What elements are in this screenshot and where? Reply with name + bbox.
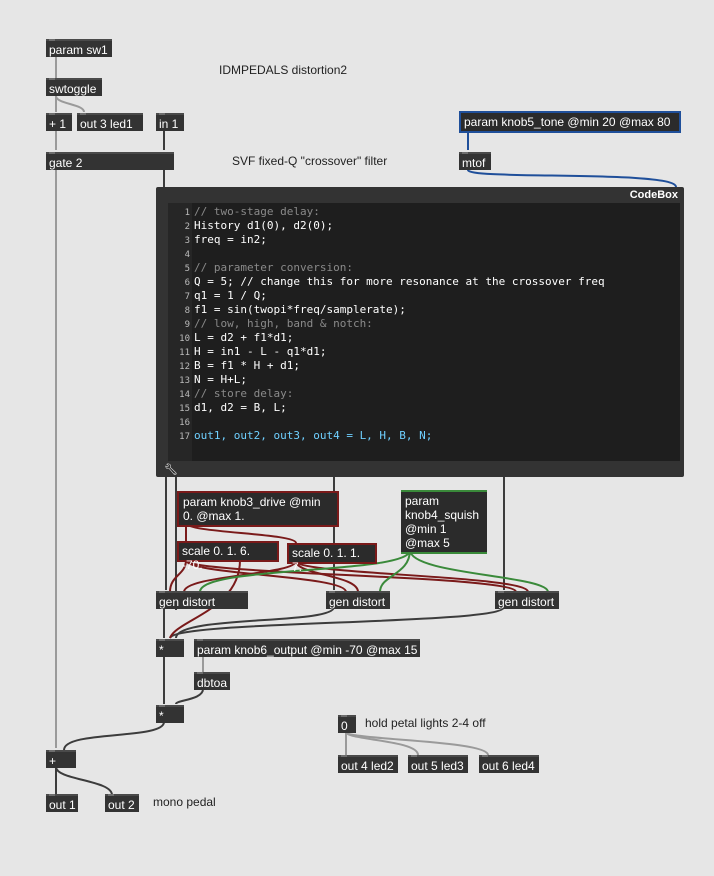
code-line-9: 9// low, high, band & notch: <box>184 317 373 330</box>
plus-object[interactable]: + <box>46 750 76 768</box>
param-knob5-tone-object[interactable]: param knob5_tone @min 20 @max 80 <box>459 111 681 133</box>
code-line-11: 11 H = in1 - L - q1*d1; <box>179 345 327 358</box>
code-line-1: 1// two-stage delay: <box>184 205 320 218</box>
code-line-3: 3 freq = in2; <box>184 233 267 246</box>
title-comment: IDMPEDALS distortion2 <box>219 63 348 77</box>
code-line-13: 13 N = H+L; <box>179 373 247 386</box>
code-line-17: 17 out1, out2, out3, out4 = L, H, B, N; <box>179 429 433 442</box>
code-line-16: 16 <box>179 418 190 428</box>
code-line-12: 12 B = f1 * H + d1; <box>179 359 300 372</box>
code-line-10: 10 L = d2 + f1*d1; <box>179 331 294 344</box>
gate2-object[interactable]: gate 2 <box>46 152 174 170</box>
param-knob6-output-object[interactable]: param knob6_output @min -70 @max 15 <box>194 639 420 657</box>
swtoggle-object[interactable]: swtoggle <box>46 78 102 96</box>
param-sw1-object[interactable]: param sw1 <box>46 39 112 57</box>
code-line-14: 14// store delay: <box>179 387 294 400</box>
multiply-2-object[interactable]: * <box>156 705 184 723</box>
out5-led3-object[interactable]: out 5 led3 <box>408 755 468 773</box>
out4-led2-object[interactable]: out 4 led2 <box>338 755 398 773</box>
mtof-object[interactable]: mtof <box>459 152 491 170</box>
multiply-1-object[interactable]: * <box>156 639 184 657</box>
gen-distort-1-object[interactable]: gen distort <box>156 591 248 609</box>
codebox-object[interactable]: CodeBox 1// two-stage delay: 2 History d1… <box>156 187 684 477</box>
out6-led4-object[interactable]: out 6 led4 <box>479 755 539 773</box>
code-line-8: 8 f1 = sin(twopi*freq/samplerate); <box>184 303 406 316</box>
code-line-5: 5// parameter conversion: <box>184 261 353 274</box>
code-line-6: 6Q = 5; // change this for more resonanc… <box>184 275 605 288</box>
out2-object[interactable]: out 2 <box>105 794 139 812</box>
plus-one-object[interactable]: + 1 <box>46 113 72 131</box>
out1-object[interactable]: out 1 <box>46 794 78 812</box>
wrench-icon[interactable]: 🔧︎ <box>164 463 178 476</box>
dbtoa-object[interactable]: dbtoa <box>194 672 230 690</box>
filter-comment: SVF fixed-Q "crossover" filter <box>232 154 388 168</box>
codebox-title: CodeBox <box>629 189 678 201</box>
gen-distort-2-object[interactable]: gen distort <box>326 591 390 609</box>
param-knob3-drive-object[interactable]: param knob3_drive @min 0. @max 1. <box>177 491 339 527</box>
gen-distort-3-object[interactable]: gen distort <box>495 591 559 609</box>
number-box-zero[interactable]: 0 <box>338 715 356 733</box>
in1-object[interactable]: in 1 <box>156 113 184 131</box>
scale-drive-gain-object[interactable]: scale 0. 1. 6. -70. <box>177 541 279 572</box>
code-line-7: 7 q1 = 1 / Q; <box>184 289 267 302</box>
code-line-15: 15 d1, d2 = B, L; <box>179 401 287 414</box>
code-line-4: 4 <box>184 250 190 260</box>
scale-drive-amount-object[interactable]: scale 0. 1. 1. 7. <box>287 543 377 574</box>
hold-lights-comment: hold petal lights 2-4 off <box>365 716 486 730</box>
out3-led1-object[interactable]: out 3 led1 <box>77 113 143 131</box>
code-line-2: 2 History d1(0), d2(0); <box>184 219 334 232</box>
param-knob4-squish-object[interactable]: param knob4_squish @min 1 @max 5 <box>401 490 487 554</box>
mono-pedal-comment: mono pedal <box>153 795 216 809</box>
